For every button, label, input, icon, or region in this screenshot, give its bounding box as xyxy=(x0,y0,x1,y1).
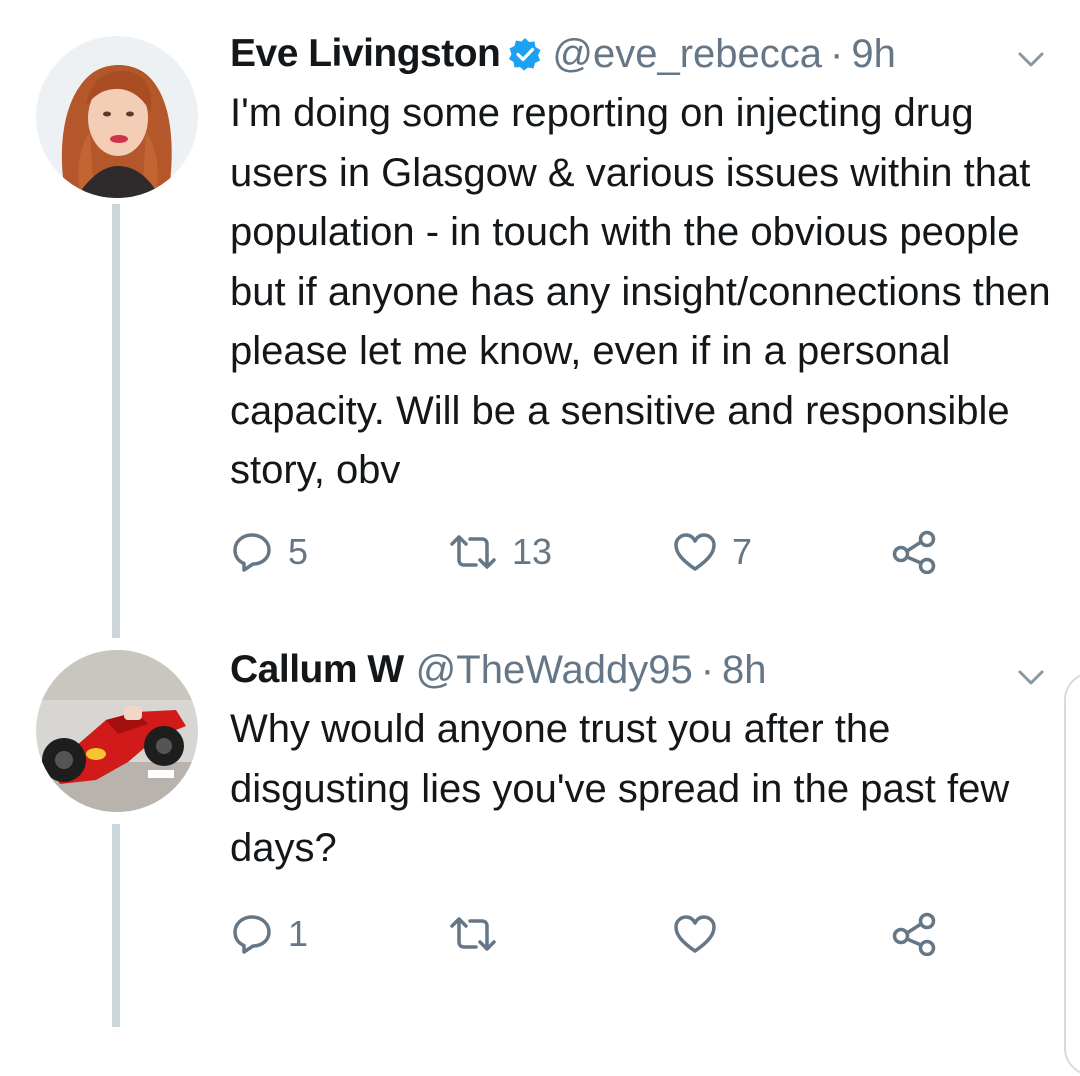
like-count: 7 xyxy=(732,531,753,572)
tweet-text: I'm doing some reporting on injecting dr… xyxy=(230,91,1051,492)
retweet-icon xyxy=(450,917,496,951)
avatar[interactable] xyxy=(36,650,198,812)
retweet-count: 13 xyxy=(512,531,553,572)
retweet-button[interactable]: 13 xyxy=(448,522,552,582)
like-button[interactable] xyxy=(672,904,732,964)
share-icon xyxy=(892,912,936,956)
author-name[interactable]: Callum W xyxy=(230,640,404,700)
share-button[interactable] xyxy=(890,904,938,964)
retweet-button[interactable] xyxy=(448,904,512,964)
timestamp[interactable]: 9h xyxy=(851,24,896,84)
avatar[interactable] xyxy=(36,36,198,198)
chevron-down-icon[interactable] xyxy=(1016,662,1046,692)
reply-icon xyxy=(233,533,271,572)
edge-panel xyxy=(1064,672,1080,1076)
retweet-icon xyxy=(450,535,496,569)
share-button[interactable] xyxy=(890,522,938,582)
separator-dot: · xyxy=(830,32,844,76)
avatar-photo-icon xyxy=(36,36,198,198)
tweet-actions: 5 13 7 xyxy=(226,522,966,582)
reply-button[interactable]: 5 xyxy=(230,522,308,582)
verified-badge-icon xyxy=(508,37,542,71)
author-handle[interactable]: @TheWaddy95 xyxy=(416,640,693,700)
timestamp[interactable]: 8h xyxy=(722,640,767,700)
like-icon xyxy=(674,533,716,571)
reply-button[interactable]: 1 xyxy=(230,904,308,964)
thread-line-bottom xyxy=(112,824,120,1027)
reply-count: 1 xyxy=(288,913,309,954)
author-handle[interactable]: @eve_rebecca xyxy=(552,24,822,84)
author-name[interactable]: Eve Livingston xyxy=(230,24,501,84)
tweet-text: Why would anyone trust you after the dis… xyxy=(230,707,1010,870)
tweet-actions: 1 xyxy=(226,904,966,964)
like-button[interactable]: 7 xyxy=(672,522,752,582)
avatar-photo-icon xyxy=(36,650,198,812)
reply-icon xyxy=(233,915,271,954)
like-icon xyxy=(674,915,716,953)
tweet-header: Eve Livingston @eve_rebecca · 9h xyxy=(230,24,1060,84)
tweet-header: Callum W @TheWaddy95 · 8h xyxy=(230,640,1060,700)
share-icon xyxy=(892,530,936,574)
thread-line-top xyxy=(112,204,120,638)
chevron-down-icon[interactable] xyxy=(1016,44,1046,74)
separator-dot: · xyxy=(700,648,715,692)
reply-count: 5 xyxy=(288,531,309,572)
